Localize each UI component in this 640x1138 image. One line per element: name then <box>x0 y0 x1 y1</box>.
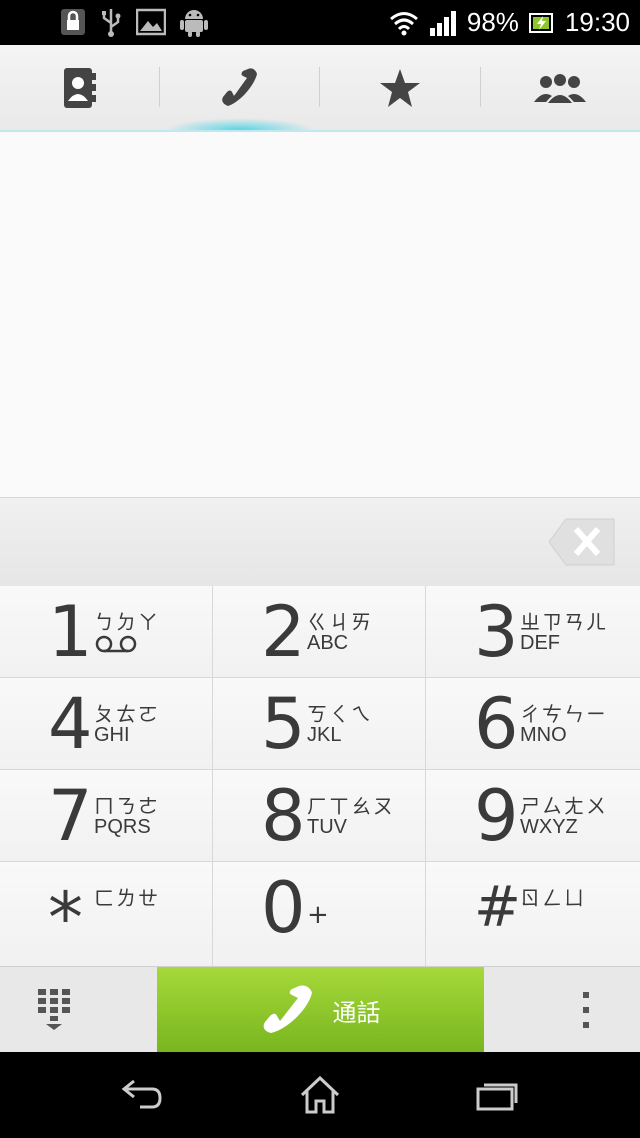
battery-icon <box>528 12 555 34</box>
star-icon <box>379 68 421 108</box>
key-digit: 8 <box>261 775 306 857</box>
key-digit: 6 <box>474 683 519 765</box>
recent-apps-icon <box>476 1083 518 1111</box>
call-log-area <box>0 132 640 497</box>
dial-keypad: 1 ㄅㄉㄚ 2 ㄍㄐㄞ ABC 3 ㄓㄗㄢㄦ DEF 4 ㄆㄊㄛ GHI 5 ㄎ… <box>0 586 640 966</box>
selected-tab-indicator <box>165 118 315 130</box>
hide-keypad-button[interactable] <box>38 989 70 1035</box>
key-digit: 4 <box>48 683 93 765</box>
dial-input-bar <box>0 497 640 587</box>
backspace-icon <box>548 518 615 566</box>
status-right: 98% 19:30 <box>389 0 630 45</box>
key-6[interactable]: 6 ㄔㄘㄣㄧ MNO <box>426 678 640 770</box>
battery-percent: 98% <box>466 7 519 37</box>
phone-icon <box>220 67 260 108</box>
key-7[interactable]: 7 ㄇㄋㄜ PQRS <box>0 770 213 862</box>
key-bopomofo: ㄍㄐㄞ <box>307 610 373 634</box>
key-2[interactable]: 2 ㄍㄐㄞ ABC <box>213 586 426 678</box>
back-button[interactable] <box>112 1072 172 1118</box>
key-hash[interactable]: # ㄖㄥㄩ <box>426 862 640 966</box>
key-digit: 5 <box>261 683 306 765</box>
key-digit: 2 <box>261 591 306 673</box>
key-bopomofo: ㄓㄗㄢㄦ <box>520 610 608 634</box>
key-digit: * <box>48 877 83 959</box>
overflow-menu-button[interactable] <box>580 991 592 1033</box>
action-bar: 通話 <box>0 966 640 1053</box>
key-letters: JKL <box>307 724 342 746</box>
more-vertical-icon <box>583 992 589 1028</box>
key-letters: WXYZ <box>520 816 578 838</box>
key-bopomofo: ㄈㄌㄝ <box>94 886 160 910</box>
wifi-icon <box>389 10 419 36</box>
key-star[interactable]: * ㄈㄌㄝ <box>0 862 213 966</box>
key-0[interactable]: 0 + <box>213 862 426 966</box>
key-bopomofo: ㄕㄙㄤㄨ <box>520 794 608 818</box>
key-letters: TUV <box>307 816 347 838</box>
key-bopomofo: ㄖㄥㄩ <box>520 886 586 910</box>
key-letters: GHI <box>94 724 130 746</box>
signal-icon <box>429 10 457 36</box>
key-digit: 1 <box>48 591 93 673</box>
lock-icon <box>60 8 86 36</box>
key-bopomofo: ㄎㄑㄟ <box>307 702 373 726</box>
usb-icon <box>100 7 122 37</box>
key-bopomofo: ㄏㄒㄠㄡ <box>307 794 395 818</box>
key-letters: MNO <box>520 724 567 746</box>
recent-apps-button[interactable] <box>468 1072 528 1118</box>
key-bopomofo: ㄔㄘㄣㄧ <box>520 702 608 726</box>
key-letters: PQRS <box>94 816 151 838</box>
image-icon <box>136 8 166 36</box>
key-digit: 3 <box>474 591 519 673</box>
contacts-icon <box>62 67 98 109</box>
key-letters: ABC <box>307 632 349 654</box>
home-button[interactable] <box>290 1072 350 1118</box>
dialpad-icon <box>38 989 70 1030</box>
call-button[interactable]: 通話 <box>157 967 484 1053</box>
key-8[interactable]: 8 ㄏㄒㄠㄡ TUV <box>213 770 426 862</box>
status-left-icons <box>60 7 208 37</box>
tab-bar <box>0 45 640 132</box>
tab-favorites[interactable] <box>320 45 480 130</box>
key-digit: 9 <box>474 775 519 857</box>
clock: 19:30 <box>564 7 630 37</box>
voicemail-icon <box>94 634 138 658</box>
android-icon <box>180 7 208 37</box>
key-digit: # <box>474 875 521 940</box>
key-letters: ㄅㄉㄚ <box>94 610 160 634</box>
phone-icon <box>261 985 317 1035</box>
call-label: 通話 <box>332 998 381 1027</box>
tab-groups[interactable] <box>480 45 640 130</box>
key-bopomofo: ㄇㄋㄜ <box>94 794 160 818</box>
key-bopomofo: ㄆㄊㄛ <box>94 702 160 726</box>
key-digit: 7 <box>48 775 93 857</box>
navigation-bar <box>0 1052 640 1138</box>
key-4[interactable]: 4 ㄆㄊㄛ GHI <box>0 678 213 770</box>
key-5[interactable]: 5 ㄎㄑㄟ JKL <box>213 678 426 770</box>
home-icon <box>300 1075 340 1114</box>
key-3[interactable]: 3 ㄓㄗㄢㄦ DEF <box>426 586 640 678</box>
key-1[interactable]: 1 ㄅㄉㄚ <box>0 586 213 678</box>
key-digit: 0 <box>261 867 306 949</box>
tab-contacts[interactable] <box>0 45 160 130</box>
status-bar: 98% 19:30 <box>0 0 640 45</box>
backspace-button[interactable] <box>548 518 616 566</box>
key-plus: + <box>307 900 331 930</box>
key-letters: DEF <box>520 632 560 654</box>
groups-icon <box>532 70 588 106</box>
back-icon <box>121 1079 162 1109</box>
key-9[interactable]: 9 ㄕㄙㄤㄨ WXYZ <box>426 770 640 862</box>
